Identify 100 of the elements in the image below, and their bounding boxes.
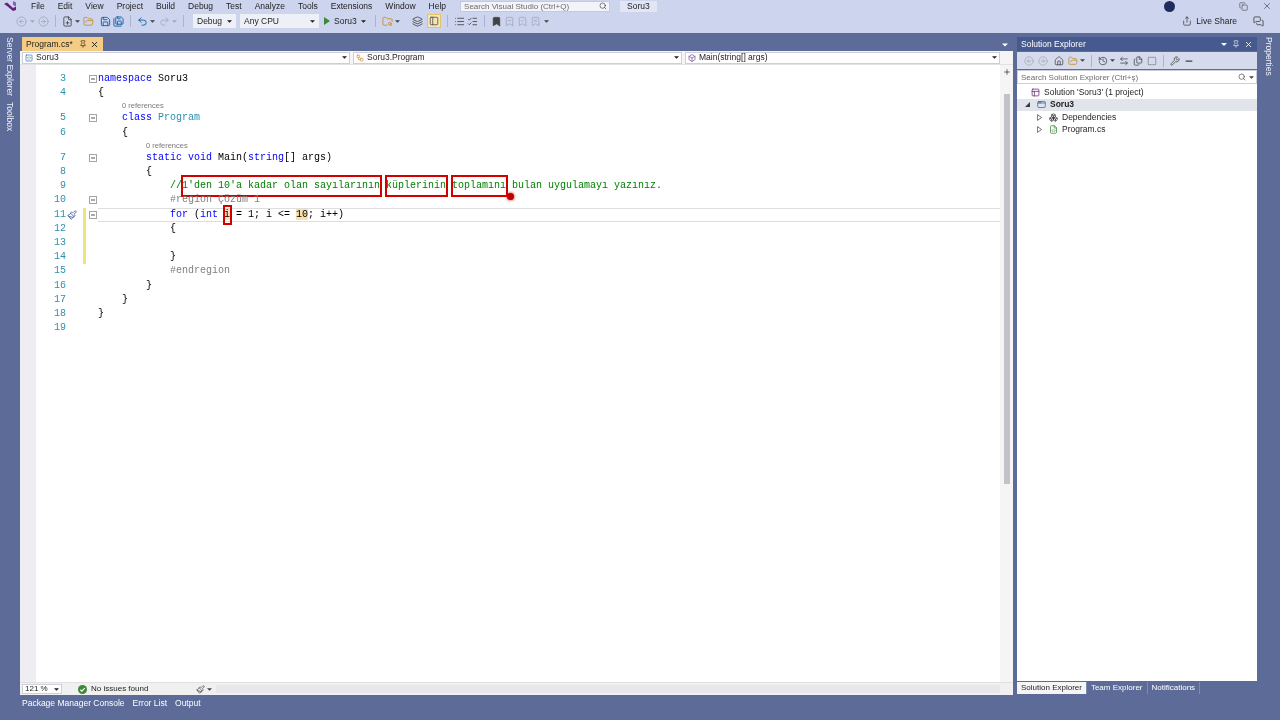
pin-icon[interactable] [1232,40,1240,48]
side-tab[interactable]: Toolbox [5,102,15,132]
line-number: 13 [54,237,66,248]
caret-icon[interactable] [394,19,400,23]
undo-icon[interactable] [137,15,148,27]
start-button[interactable]: Soru3 [321,14,369,28]
caret-icon[interactable] [360,19,366,23]
menu-item[interactable]: Test [226,1,242,11]
caret-icon[interactable] [1221,42,1227,46]
line-number: 9 [60,181,66,192]
collapse-icon[interactable] [89,75,97,84]
menu-item[interactable]: Extensions [330,1,373,11]
menu-item[interactable]: Edit [57,1,73,11]
menu-item[interactable]: Help [428,1,447,11]
navigation-dropdown[interactable]: Soru3.Program [353,51,682,64]
caret-icon[interactable] [543,19,549,23]
caret-icon[interactable] [1080,59,1085,62]
caret-icon[interactable] [342,56,347,59]
caret-icon[interactable] [1002,43,1008,47]
search-icon[interactable] [599,2,608,10]
checklist-icon[interactable] [466,15,478,27]
collapse-icon[interactable] [89,114,97,123]
history-icon[interactable] [1098,55,1108,66]
files-icon[interactable] [1133,55,1143,66]
wrench-icon[interactable] [1170,55,1180,66]
navigation-dropdown[interactable]: Soru3 [22,51,350,64]
close-icon[interactable] [89,39,99,49]
panel-tab[interactable]: Notifications [1147,682,1201,694]
caret-icon[interactable] [54,687,59,691]
search-field[interactable]: Search Solution Explorer (Ctrl+ş) [1017,70,1257,84]
search-icon[interactable] [1238,73,1246,81]
swap-arrows-icon[interactable] [1119,55,1129,66]
code-line: { [170,223,176,234]
layers-icon[interactable] [411,15,423,27]
live-share-button[interactable]: Live Share [1180,14,1239,28]
tool-tab[interactable]: Package Manager Console [22,697,125,709]
code-line: #region Çözüm 1 [170,195,260,206]
new-file-icon[interactable] [62,15,73,27]
save-all-icon[interactable] [113,15,124,27]
caret-icon[interactable] [1249,75,1254,79]
list-icon[interactable] [453,15,465,27]
caret-icon[interactable] [310,19,315,23]
side-tab[interactable]: Server Explorer [5,37,15,97]
logo-icon [4,1,16,11]
panel-tab[interactable]: Solution Explorer [1017,682,1087,694]
plus-icon[interactable] [1002,68,1011,76]
menu-item[interactable]: View [85,1,104,11]
caret-icon[interactable] [207,687,213,691]
menu-item[interactable]: Tools [297,1,318,11]
scrollbar-thumb[interactable] [1003,94,1010,484]
save-icon[interactable] [100,15,111,27]
menu-item[interactable]: Analyze [254,1,285,11]
editor-tab[interactable]: Program.cs* [22,37,103,51]
tree-item[interactable]: Soru3 [1017,98,1257,111]
code-line: for (int i = 1; i <= 10; i++) [170,209,345,220]
collapse-icon[interactable] [89,196,97,205]
caret-icon[interactable] [674,56,679,59]
search-field[interactable]: Search Visual Studio (Ctrl+Q) [460,0,611,12]
restore-icon[interactable] [1239,1,1248,11]
share-icon[interactable] [1182,16,1193,26]
tree-item[interactable]: Solution 'Soru3' (1 project) [1017,86,1257,99]
navigation-dropdown[interactable]: Main(string[] args) [685,51,1000,64]
zoom-dropdown[interactable]: 121 % [22,684,62,694]
tool-tab[interactable]: Output [175,697,201,709]
close-icon[interactable] [1244,39,1253,49]
menu-item[interactable]: Debug [188,1,214,11]
menu-item[interactable]: Build [156,1,175,11]
speech-bubbles-icon[interactable] [1253,15,1264,27]
avatar-icon[interactable] [1164,0,1175,12]
collapse-icon[interactable] [89,153,97,162]
menu-item[interactable]: File [31,1,45,11]
tree-item[interactable]: Program.cs [1017,123,1257,136]
panel-tab[interactable]: Team Explorer [1086,682,1148,694]
collapse-icon[interactable] [89,210,97,219]
side-tab[interactable]: Properties [1264,37,1273,76]
menu-item[interactable]: Project [116,1,144,11]
dashed-square-icon[interactable] [1147,55,1157,66]
bookmark-icon[interactable] [490,15,502,27]
caret-icon[interactable] [992,56,997,59]
cube-icon [688,53,696,62]
caret-icon[interactable] [75,19,80,23]
pin-icon[interactable] [78,40,87,48]
bookmark-check-icon[interactable] [516,15,528,27]
menu-item[interactable]: Window [385,1,416,11]
line-number: 18 [54,308,66,319]
expanded-arrow-icon[interactable] [1025,102,1030,108]
solution-name-label: Soru3 [620,0,657,12]
caret-icon[interactable] [150,19,155,23]
collapsed-arrow-icon[interactable] [1037,113,1042,121]
paintbrush-icon[interactable] [196,684,206,694]
workflow-icon [356,53,364,62]
tool-tab[interactable]: Error List [132,697,168,709]
paintbrush-icon[interactable] [67,209,77,220]
caret-icon[interactable] [227,19,232,23]
caret-icon[interactable] [1110,59,1115,62]
tree-item[interactable]: Dependencies [1017,111,1257,124]
collapsed-arrow-icon[interactable] [1037,126,1042,134]
configuration-dropdown[interactable]: Debug [193,14,236,28]
home-icon[interactable] [1054,55,1064,66]
platform-dropdown[interactable]: Any CPU [240,14,319,28]
